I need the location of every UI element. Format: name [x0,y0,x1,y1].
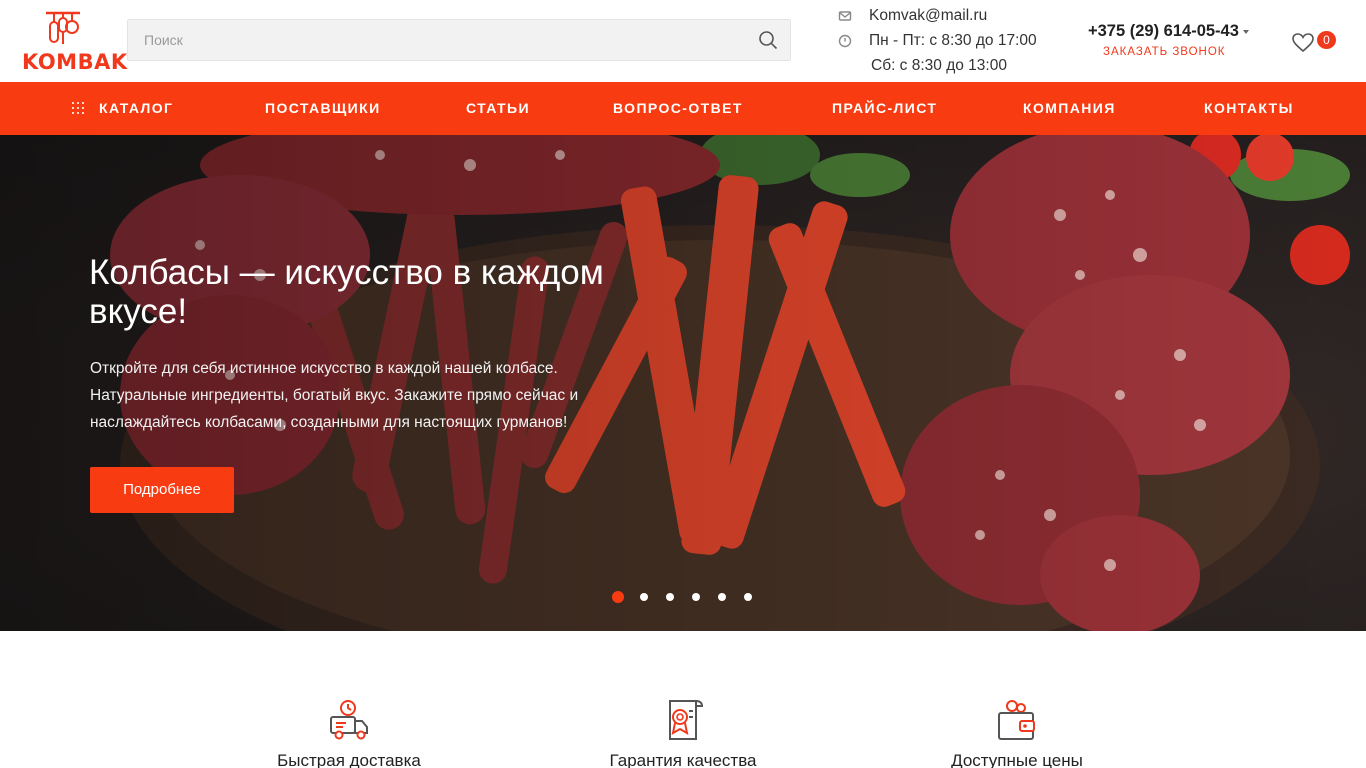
hours-row: Пн - Пт: с 8:30 до 17:00 [838,30,1037,52]
phone-block: +375 (29) 614-05-43 Заказать звонок [1088,22,1268,62]
favorites-button[interactable]: 0 [1292,30,1338,54]
wallet-icon [998,700,1035,740]
hours-saturday-row: Сб: с 8:30 до 13:00 [871,55,1007,77]
phone-number[interactable]: +375 (29) 614-05-43 [1088,22,1268,41]
nav-item-suppliers[interactable]: Поставщики [265,82,381,135]
feature-fast-delivery: Быстрая доставка [229,699,469,768]
hero-more-button[interactable]: Подробнее [90,467,234,513]
nav-item-contacts[interactable]: Контакты [1204,82,1294,135]
feature-label: Гарантия качества [609,751,757,768]
email-link[interactable]: Komvak@mail.ru [869,7,987,25]
nav-label-catalog: Каталог [99,100,174,116]
slider-dot-4[interactable] [692,593,700,601]
delivery-truck-icon [330,700,368,740]
contact-info: Komvak@mail.ru Пн - Пт: с 8:30 до 17:00 … [838,4,1068,80]
slider-dot-1[interactable] [612,591,624,603]
hero-title: Колбасы — искусство в каждом вкусе! [89,253,604,331]
clock-icon [838,34,852,48]
logo-text: KOMBAK [22,50,128,74]
nav-item-company[interactable]: Компания [1023,82,1116,135]
favorites-count-badge: 0 [1317,31,1336,49]
logo-hanging-sausages-icon [46,11,80,44]
hours-saturday: Сб: с 8:30 до 13:00 [871,57,1007,74]
logo[interactable]: KOMBAK [22,8,128,74]
search-box [127,19,791,61]
slider-dot-6[interactable] [744,593,752,601]
email-row: Komvak@mail.ru [838,5,987,27]
mail-icon [838,11,852,21]
search-input[interactable] [128,20,748,60]
feature-label: Доступные цены [951,751,1083,768]
site-header: KOMBAK Komvak@mail.ru Пн - Пт: с 8:30 до… [0,0,1366,82]
hours-weekdays: Пн - Пт: с 8:30 до 17:00 [869,32,1037,49]
nav-item-catalog[interactable]: Каталог [72,82,174,135]
feature-affordable-prices: Доступные цены [897,699,1137,768]
features-section: Быстрая доставка Гарантия качества Досту… [0,631,1366,768]
nav-item-articles[interactable]: Статьи [466,82,530,135]
slider-dot-3[interactable] [666,593,674,601]
feature-label: Быстрая доставка [277,751,421,768]
phone-number-text: +375 (29) 614-05-43 [1088,22,1239,40]
hero-slider: Колбасы — искусство в каждом вкусе! Откр… [0,135,1366,631]
callback-link[interactable]: Заказать звонок [1103,46,1225,58]
slider-dot-5[interactable] [718,593,726,601]
slider-dot-2[interactable] [640,593,648,601]
slider-pagination [612,591,762,603]
search-icon[interactable] [758,30,778,50]
quality-certificate-icon [669,700,704,740]
hero-description: Откройте для себя истинное искусство в к… [90,360,579,431]
chevron-down-icon[interactable] [1242,29,1249,34]
heart-icon [1292,33,1314,53]
grid-menu-icon [72,102,84,114]
feature-quality-guarantee: Гарантия качества [563,699,803,768]
nav-item-price-list[interactable]: Прайс-лист [832,82,937,135]
nav-item-faq[interactable]: Вопрос-ответ [613,82,743,135]
main-nav: Каталог Поставщики Статьи Вопрос-ответ П… [0,82,1366,135]
